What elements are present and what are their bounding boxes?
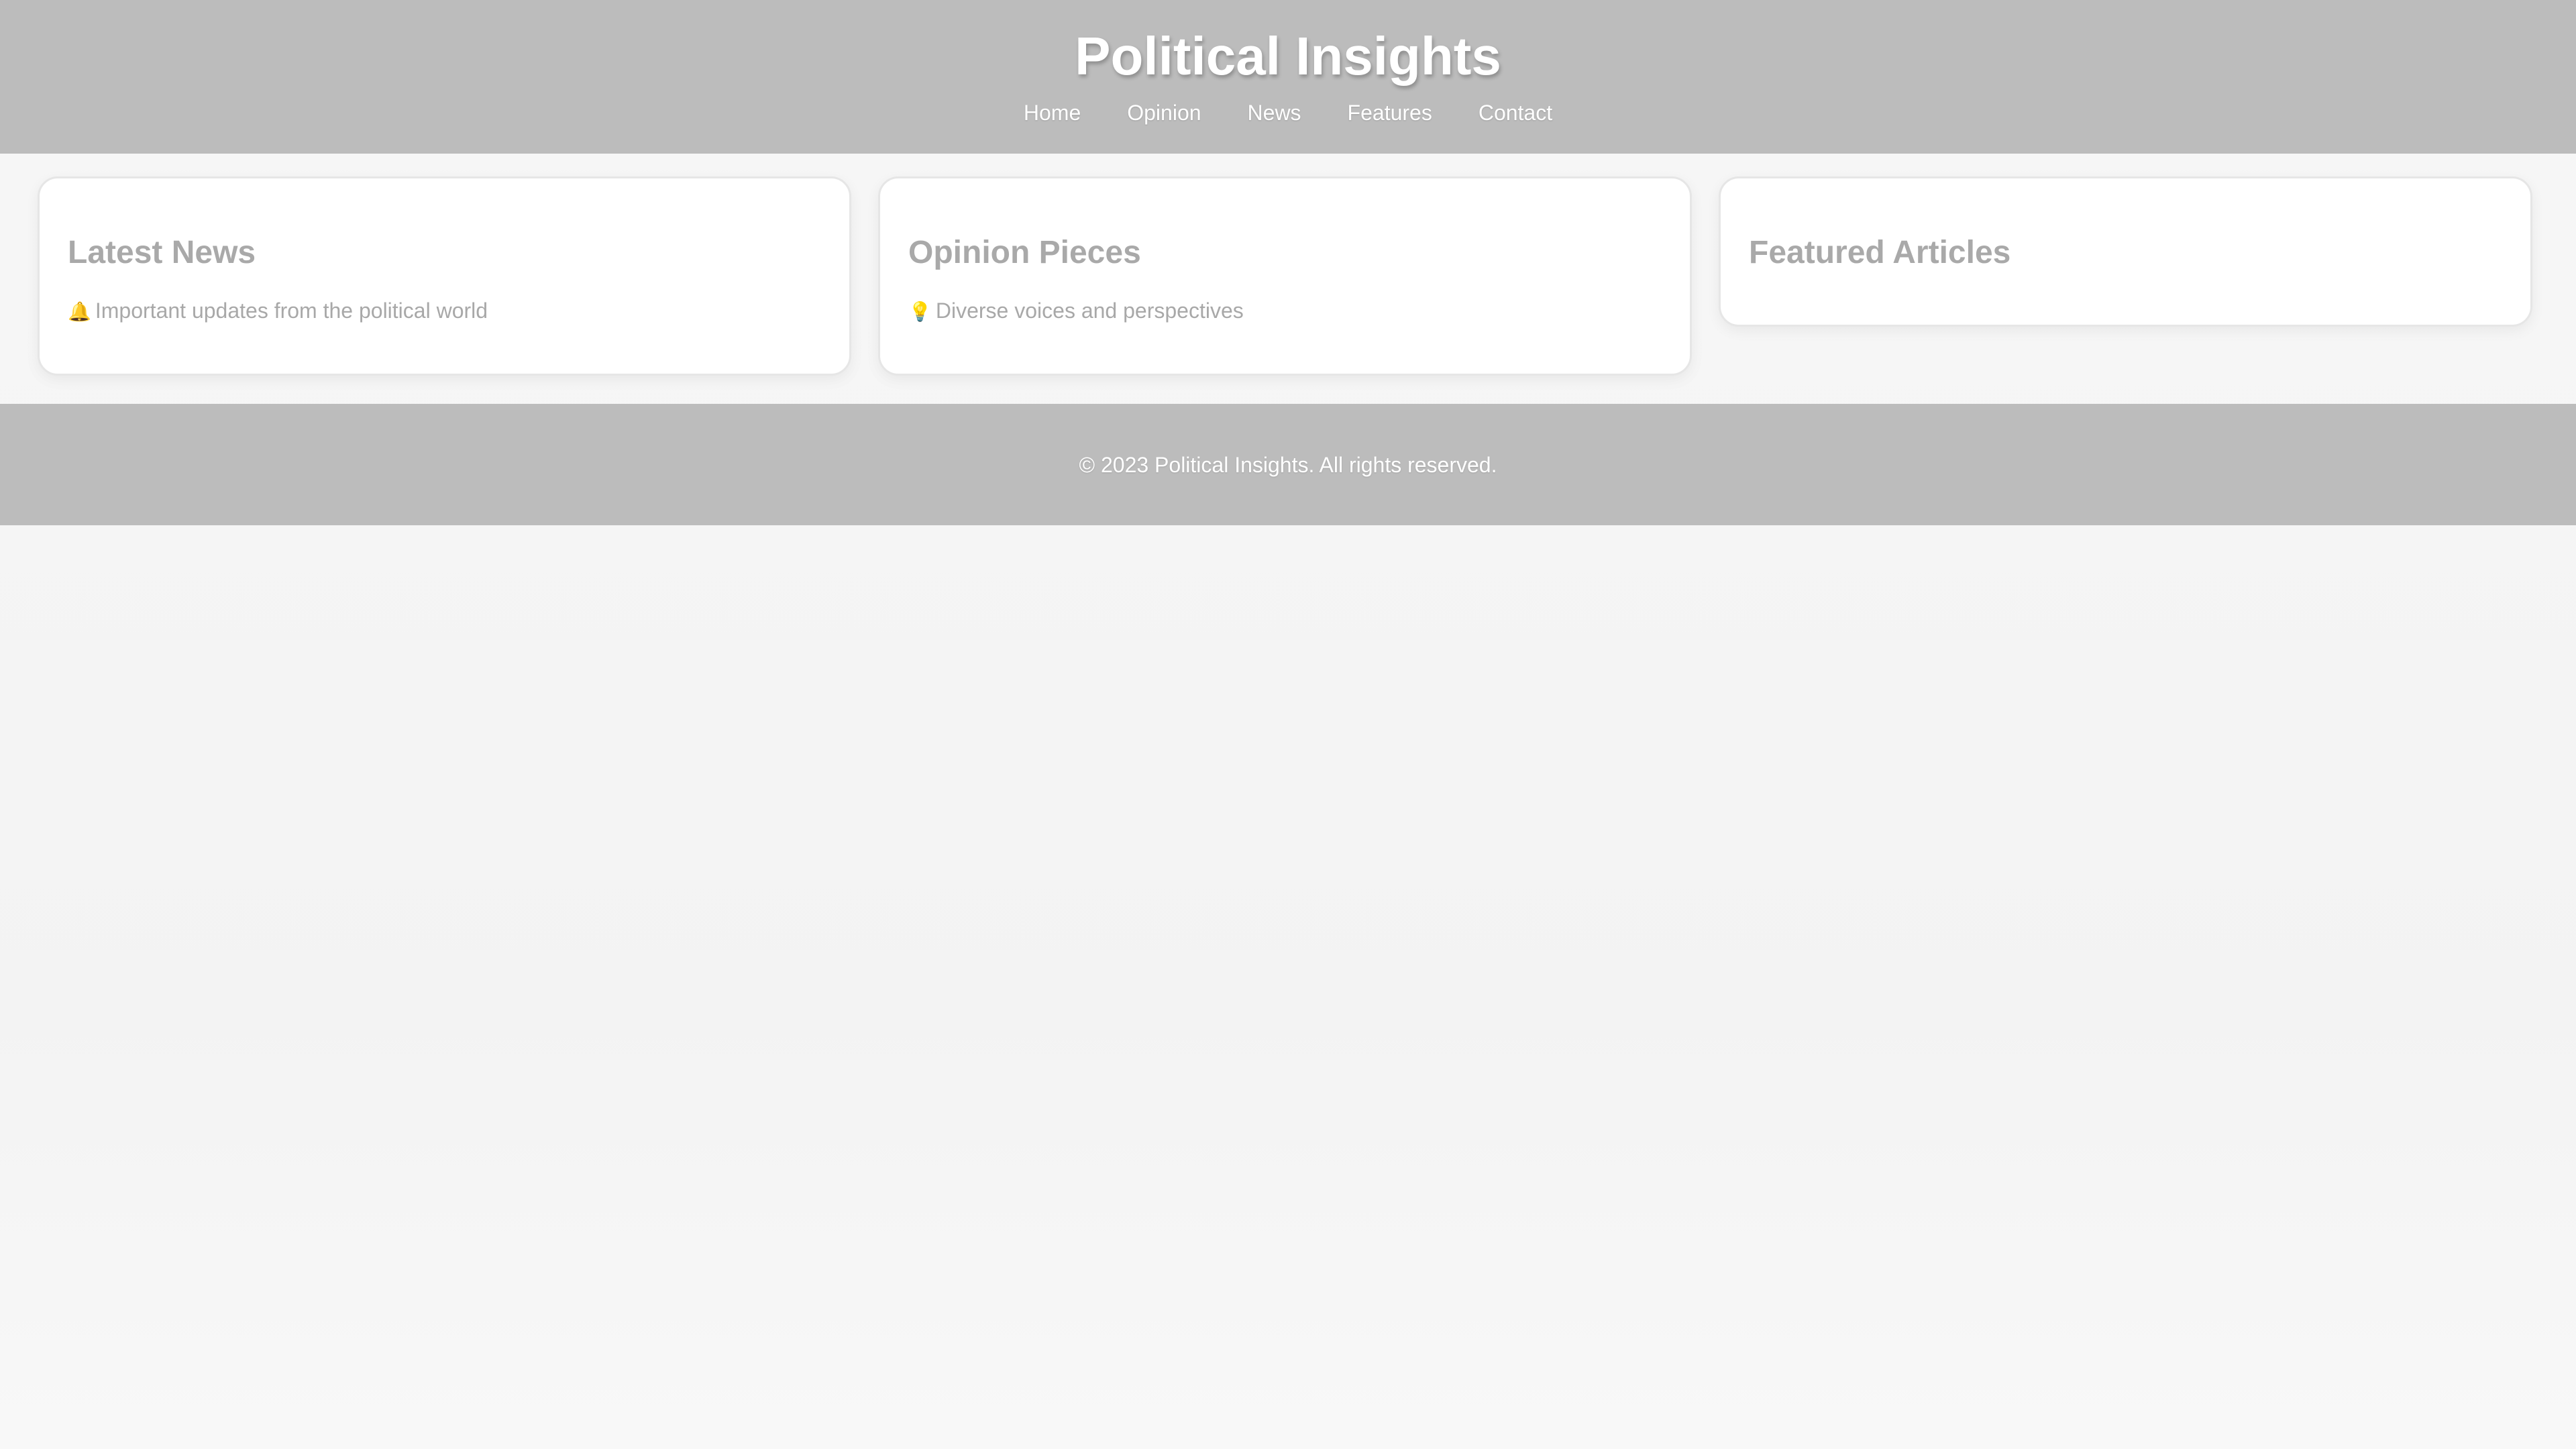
nav-link-features[interactable]: Features [1348,99,1432,126]
nav-link-news[interactable]: News [1248,99,1301,126]
card-description-text: Important updates from the political wor… [95,299,488,323]
featured-articles-card: Featured Articles [1719,176,2532,327]
site-footer: © 2023 Political Insights. All rights re… [0,404,2576,525]
nav-link-home[interactable]: Home [1024,99,1081,126]
latest-news-card: Latest News 🔔 Important updates from the … [38,176,851,376]
nav-link-opinion[interactable]: Opinion [1127,99,1201,126]
card-description: 🔔 Important updates from the political wo… [68,297,488,325]
nav-link-contact[interactable]: Contact [1479,99,1552,126]
copyright-text: © 2023 Political Insights. All rights re… [1079,453,1497,477]
card-title: Latest News [68,235,256,270]
opinion-pieces-card: Opinion Pieces 💡 Diverse voices and persp… [878,176,1692,376]
card-title: Featured Articles [1749,235,2011,270]
site-header: Political Insights Home Opinion News Fea… [0,0,2576,154]
card-description-text: Diverse voices and perspectives [935,299,1244,323]
lightbulb-icon: 💡 [908,301,932,322]
card-title: Opinion Pieces [908,235,1141,270]
main-nav: Home Opinion News Features Contact [0,99,2576,126]
card-description: 💡 Diverse voices and perspectives [908,297,1244,325]
site-title: Political Insights [1075,26,1501,86]
bell-icon: 🔔 [68,301,91,322]
